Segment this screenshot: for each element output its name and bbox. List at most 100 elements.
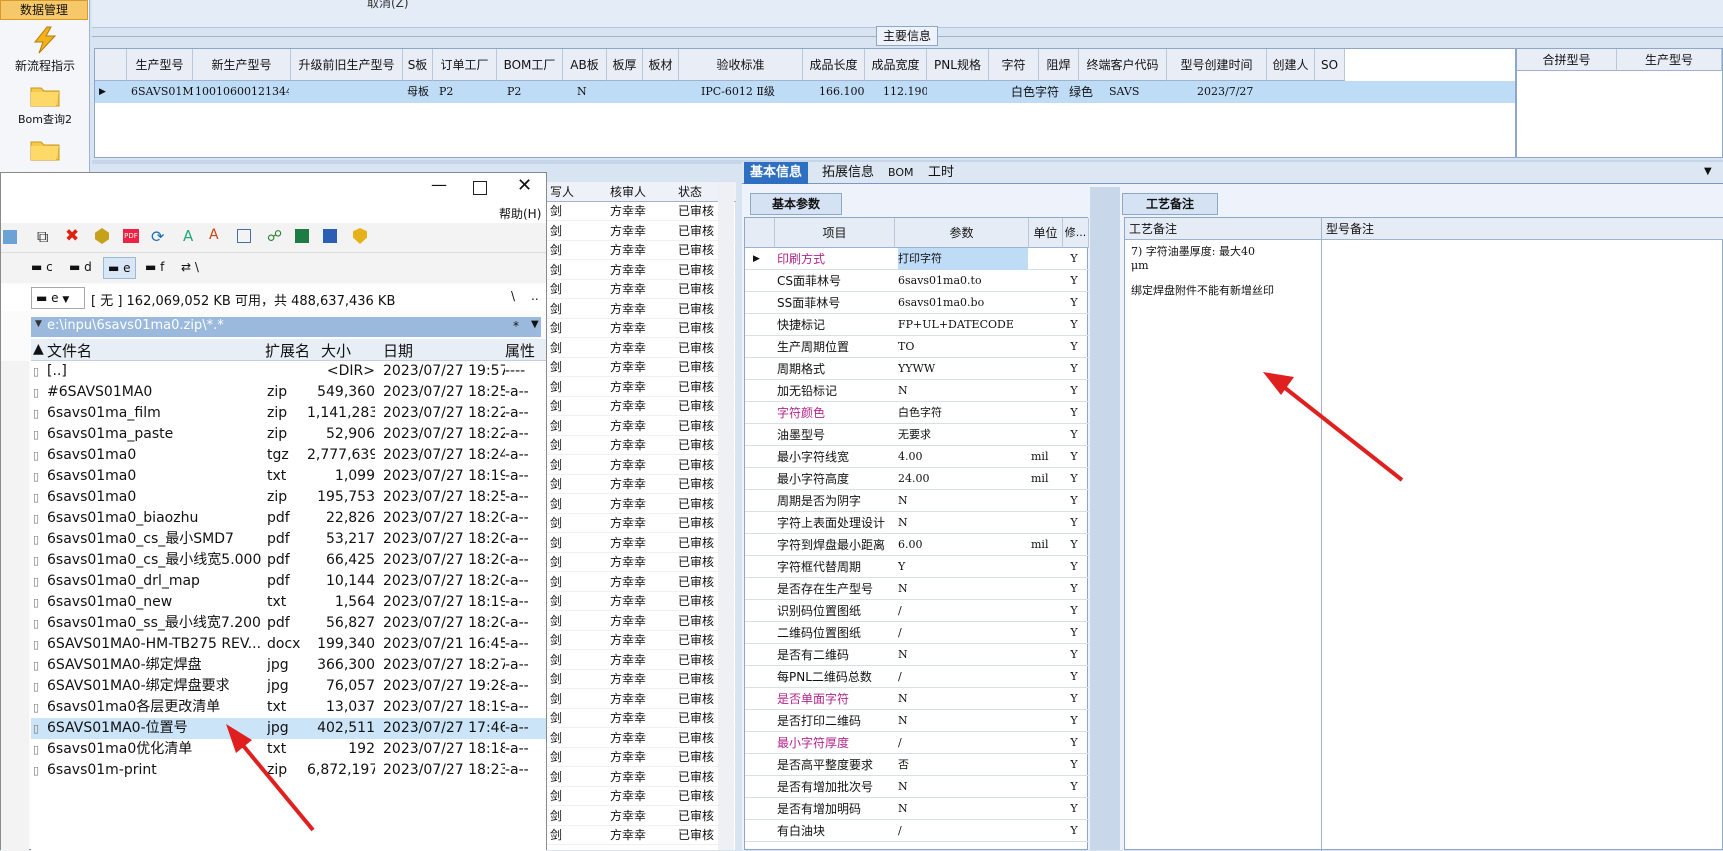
file-row[interactable]: ▯ 6SAVS01MA0-绑定焊盘要求 jpg 76,057 2023/07/27 19… [31,676,546,697]
col-header[interactable]: 合拼型号 [1517,49,1617,71]
shield-icon[interactable] [353,228,367,244]
drive-select[interactable]: ▬ e ▼ [31,287,85,309]
table-row[interactable]: 剑 方幸幸 已审核 [546,592,736,611]
table-row[interactable]: 剑 方幸幸 已审核 [546,690,736,709]
col-header[interactable]: 参数 [895,218,1029,248]
col-header[interactable]: 核审人 [606,182,674,202]
param-row[interactable]: 字符颜色 白色字符 Y [745,402,1089,424]
table-row[interactable]: 剑 方幸幸 已审核 [546,534,736,553]
col-name[interactable]: 文件名 [47,340,92,361]
maximize-button[interactable] [473,181,487,195]
craft-note-text[interactable]: μm [1131,259,1319,273]
param-row[interactable]: 是否高平整度要求 否 Y [745,754,1089,776]
param-row[interactable]: 油墨型号 无要求 Y [745,424,1089,446]
col-size[interactable]: 大小 [321,340,351,361]
table-row[interactable]: 剑 方幸幸 已审核 [546,631,736,650]
col-header[interactable]: 板材 [643,49,679,81]
file-row[interactable]: ▯ 6savs01ma0_cs_最小线宽5.000 pdf 66,425 2023/07… [31,550,546,571]
table-row[interactable]: 剑 方幸幸 已审核 [546,319,736,338]
table-row[interactable]: 剑 方幸幸 已审核 [546,475,736,494]
font-icon[interactable]: A [183,227,193,245]
param-row[interactable]: 是否有增加明码 N Y [745,798,1089,820]
history-dropdown[interactable]: ▼ [531,319,539,330]
col-header[interactable]: 订单工厂 [433,49,497,81]
sidebar-item-new-process[interactable]: 新流程指示 [0,22,90,74]
file-row[interactable]: ▯ 6savs01ma0_cs_最小SMD7 pdf 53,217 2023/07/27… [31,529,546,550]
param-row[interactable]: 有白油块 / Y [745,820,1089,842]
file-row[interactable]: ▯ 6savs01ma0_ss_最小线宽7.200 pdf 56,827 2023/07… [31,613,546,634]
table-row[interactable]: 剑 方幸幸 已审核 [546,748,736,767]
file-row[interactable]: ▯ 6savs01ma_film zip 1,141,283 2023/07/27 18… [31,403,546,424]
table-row[interactable]: 剑 方幸幸 已审核 [546,436,736,455]
drive-f-button[interactable]: ▬ f [145,260,164,274]
params-grid[interactable]: 项目 参数 单位 修... ▶ 印刷方式 打印字符 Y CS面菲林号 6savs01ma0… [744,217,1089,850]
col-header[interactable]: 板厚 [607,49,643,81]
cancel-button[interactable]: 取消(Z) [367,0,409,11]
network-drive-button[interactable]: ⇄ \ [181,260,199,274]
word-icon[interactable] [323,229,337,243]
param-row[interactable]: 最小字符厚度 / Y [745,732,1089,754]
refresh-icon[interactable]: ⟳ [151,227,164,246]
file-list[interactable]: ▯ [..] <DIR> 2023/07/27 19:57 ---- ▯ #6SAVS01M… [31,361,546,851]
minimize-button[interactable]: — [431,175,447,194]
col-header[interactable]: 创建人 [1267,49,1315,81]
merge-model-grid[interactable]: 合拼型号 生产型号 [1516,48,1723,158]
table-row[interactable]: 剑 方幸幸 已审核 [546,202,736,221]
table-row[interactable]: 剑 方幸幸 已审核 [546,651,736,670]
file-row[interactable]: ▯ 6savs01ma0优化清单 txt 192 2023/07/27 18:18 -a-… [31,739,546,760]
pdf-icon[interactable]: PDF [123,229,139,243]
param-row[interactable]: ▶ 印刷方式 打印字符 Y [745,248,1089,270]
param-row[interactable]: 字符到焊盘最小距离 6.00 mil Y [745,534,1089,556]
craft-note-text[interactable]: 7) 字符油墨厚度: 最大40 [1131,245,1319,259]
table-row[interactable]: 剑 方幸幸 已审核 [546,417,736,436]
file-row[interactable]: ▯ 6SAVS01MA0-绑定焊盘 jpg 366,300 2023/07/27 18:… [31,655,546,676]
status-scrollbar[interactable] [718,182,734,850]
table-row[interactable]: 剑 方幸幸 已审核 [546,612,736,631]
col-header[interactable]: PNL规格 [927,49,989,81]
tool-icon[interactable] [3,230,17,244]
col-header[interactable]: 型号创建时间 [1167,49,1267,81]
delete-icon[interactable]: ✖ [65,226,79,246]
parent-button[interactable]: .. [531,289,539,303]
table-row[interactable]: 剑 方幸幸 已审核 [546,729,736,748]
col-header[interactable]: 成品宽度 [865,49,927,81]
main-info-grid[interactable]: 生产型号 新生产型号 升级前旧生产型号 S板 订单工厂 BOM工厂 AB板 板厚… [94,48,1516,158]
table-row[interactable]: 剑 方幸幸 已审核 [546,378,736,397]
table-row[interactable]: ▶ 6SAVS01MA0 10010600121344 母板 P2 P2 N I… [95,81,1515,103]
table-row[interactable]: 剑 方幸幸 已审核 [546,280,736,299]
file-row[interactable]: ▯ 6savs01ma0_new txt 1,564 2023/07/27 18:19-… [31,592,546,613]
panel-splitter[interactable] [1090,187,1120,850]
param-row[interactable]: 加无铅标记 N Y [745,380,1089,402]
col-header[interactable]: 字符 [989,49,1039,81]
file-row[interactable]: ▯ #6SAVS01MA0 zip 549,360 2023/07/27 18:25 -a… [31,382,546,403]
tab-bom[interactable]: BOM [882,162,920,184]
param-row[interactable]: 快捷标记 FP+UL+DATECODE Y [745,314,1089,336]
file-row[interactable]: ▯ 6savs01ma0 zip 195,753 2023/07/27 18:25 -a-… [31,487,546,508]
col-header[interactable]: 新生产型号 [193,49,291,81]
file-row[interactable]: ▯ 6savs01ma0 tgz 2,777,639 2023/07/27 18:24-… [31,445,546,466]
col-header[interactable]: 升级前旧生产型号 [291,49,403,81]
sidebar-title[interactable]: 数据管理 [0,0,88,20]
table-row[interactable]: 剑 方幸幸 已审核 [546,807,736,826]
file-row[interactable]: ▯ 6savs01ma0 txt 1,099 2023/07/27 18:19 -a-- [31,466,546,487]
table-row[interactable]: 剑 方幸幸 已审核 [546,456,736,475]
table-row[interactable]: 剑 方幸幸 已审核 [546,826,736,845]
table-row[interactable]: 剑 方幸幸 已审核 [546,709,736,728]
table-row[interactable]: 剑 方幸幸 已审核 [546,300,736,319]
table-row[interactable]: 剑 方幸幸 已审核 [546,495,736,514]
file-row[interactable]: ▯ 6savs01ma0_biaozhu pdf 22,826 2023/07/27 1… [31,508,546,529]
table-row[interactable]: 剑 方幸幸 已审核 [546,397,736,416]
col-header[interactable]: SO [1315,49,1345,81]
process-status-grid[interactable]: 写人 核审人 状态 剑方幸幸 已审核剑方幸幸 已审核剑方幸幸 已审核剑方幸幸 已审核剑方… [545,182,736,850]
param-row[interactable]: 是否单面字符 N Y [745,688,1089,710]
col-header[interactable]: 项目 [775,218,895,248]
param-row[interactable]: SS面菲林号 6savs01ma0.bo Y [745,292,1089,314]
drive-e-button[interactable]: ▬ e [103,257,136,279]
pack-icon[interactable] [95,228,109,244]
copy-icon[interactable]: ⧉ [37,227,48,247]
param-row[interactable]: 最小字符线宽 4.00 mil Y [745,446,1089,468]
file-row[interactable]: ▯ 6SAVS01MA0-HM-TB275 REV... docx 199,340 20… [31,634,546,655]
table-row[interactable]: 剑 方幸幸 已审核 [546,573,736,592]
table-row[interactable]: 剑 方幸幸 已审核 [546,514,736,533]
col-header[interactable]: 修... [1063,218,1089,248]
